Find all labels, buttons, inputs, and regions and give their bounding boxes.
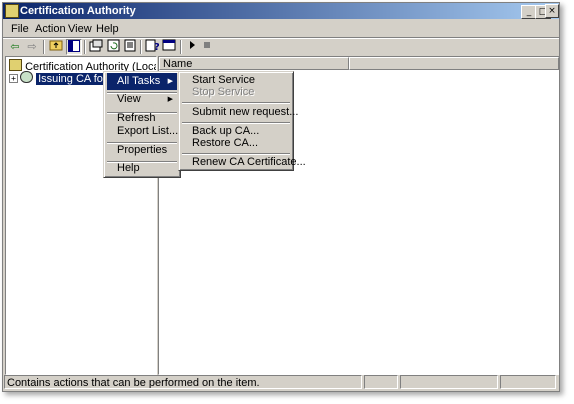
status-text: Contains actions that can be performed o…	[4, 375, 362, 389]
menu-item-properties[interactable]: Properties	[107, 142, 177, 159]
menu-item-submit-request[interactable]: Submit new request...	[182, 104, 298, 121]
tree-expander[interactable]: +	[9, 74, 18, 83]
mmc-window: Certification Authority _ □ × File Actio…	[2, 2, 560, 392]
menu-action[interactable]: Action	[35, 22, 66, 36]
forward-arrow-icon[interactable]: ⇨	[24, 39, 40, 55]
title-bar[interactable]: Certification Authority _ □	[3, 3, 559, 19]
menu-item-all-tasks[interactable]: All Tasks ▶	[107, 73, 177, 90]
toolbar-separator	[43, 40, 45, 54]
show-hide-tree-icon[interactable]	[66, 39, 82, 55]
console-icon[interactable]	[161, 39, 177, 55]
menu-view[interactable]: View	[68, 22, 92, 36]
column-header-name[interactable]: Name	[159, 57, 349, 70]
menu-item-label: All Tasks	[117, 75, 161, 87]
up-folder-icon[interactable]	[48, 39, 64, 55]
menu-item-stop-service: Stop Service	[192, 86, 255, 98]
start-service-icon[interactable]	[184, 39, 200, 55]
submenu-arrow-icon: ▶	[167, 77, 173, 85]
menu-item-label: View	[117, 93, 141, 105]
stop-service-icon[interactable]	[199, 39, 215, 55]
status-pane-2	[364, 375, 398, 389]
menu-item-view[interactable]: View ▶	[107, 91, 177, 108]
menu-item-help[interactable]: Help	[107, 160, 177, 177]
context-menu: All Tasks ▶ View ▶ Refresh Export List..…	[103, 71, 181, 178]
status-pane-4	[500, 375, 556, 389]
toolbar-separator	[84, 40, 86, 54]
svg-text:?: ?	[154, 42, 159, 52]
help-icon[interactable]: ?	[144, 39, 160, 55]
menu-file[interactable]: File	[11, 22, 29, 36]
certificate-app-icon	[5, 4, 19, 18]
column-header-2[interactable]	[349, 57, 559, 70]
window-title: Certification Authority	[20, 5, 136, 17]
menu-item-renew-ca-certificate[interactable]: Renew CA Certificate...	[182, 154, 306, 171]
certification-authority-icon	[9, 59, 22, 71]
status-pane-3	[400, 375, 498, 389]
all-tasks-submenu: Start Service Stop Service Submit new re…	[178, 71, 306, 171]
menu-bar: File Action View Help	[3, 20, 559, 38]
menu-item-restore-ca[interactable]: Restore CA...	[182, 135, 290, 152]
toolbar-separator	[140, 40, 142, 54]
status-bar: Contains actions that can be performed o…	[3, 374, 559, 391]
properties-icon[interactable]	[88, 39, 104, 55]
back-arrow-icon[interactable]: ⇦	[7, 39, 23, 55]
export-list-icon[interactable]	[122, 39, 138, 55]
toolbar: ⇦ ⇨ ?	[3, 38, 559, 56]
submenu-arrow-icon: ▶	[167, 95, 173, 103]
menu-item-export-list[interactable]: Export List...	[107, 123, 178, 140]
toolbar-separator	[180, 40, 182, 54]
ca-server-icon	[20, 71, 33, 83]
refresh-icon[interactable]	[105, 39, 121, 55]
close-button[interactable]: ×	[545, 4, 559, 18]
menu-help[interactable]: Help	[96, 22, 119, 36]
